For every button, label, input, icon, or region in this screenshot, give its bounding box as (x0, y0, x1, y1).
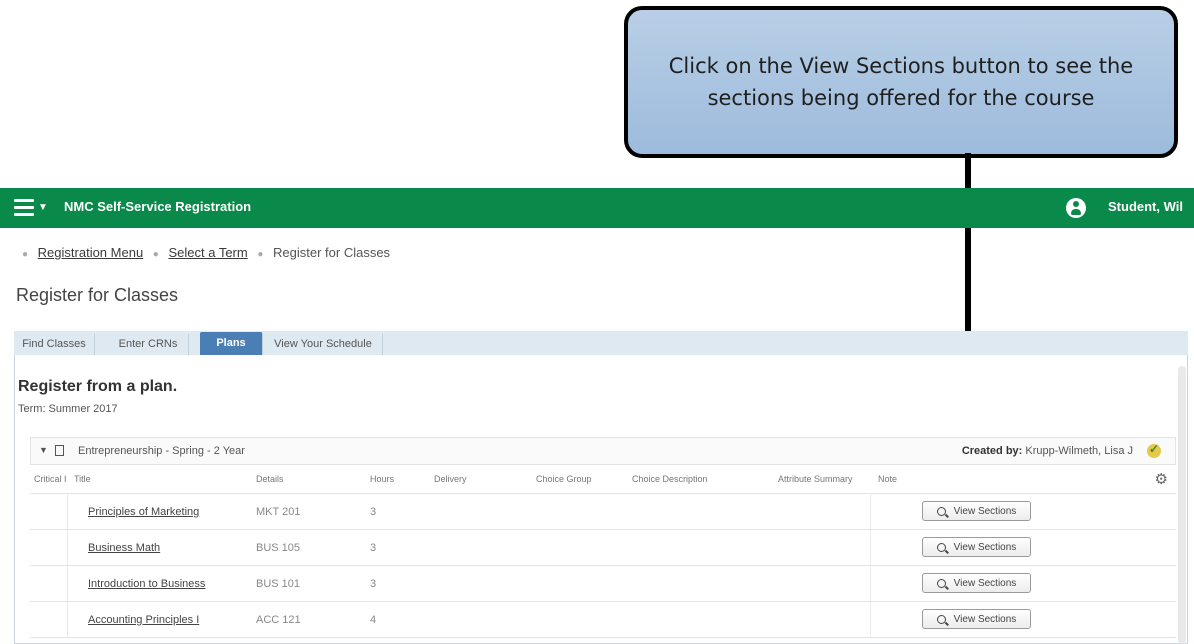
column-divider (870, 601, 871, 637)
breadcrumb-separator-icon: ● (257, 249, 264, 260)
plan-header-row[interactable]: ▼ Entrepreneurship - Spring - 2 Year Cre… (30, 437, 1176, 465)
grid-header: Critical I Title Details Hours Delivery … (30, 465, 1176, 494)
app-header: ▼ NMC Self-Service Registration Student,… (0, 188, 1194, 228)
course-hours: 3 (370, 578, 377, 590)
breadcrumb-registration-menu[interactable]: Registration Menu (38, 245, 144, 260)
search-icon (936, 542, 946, 552)
critical-cell (30, 565, 68, 601)
course-hours: 4 (370, 614, 377, 626)
column-header-choice-group[interactable]: Choice Group (536, 474, 592, 484)
critical-cell (30, 529, 68, 565)
course-title-link[interactable]: Accounting Principles I (88, 614, 199, 626)
column-header-note[interactable]: Note (878, 474, 897, 484)
tab-enter-crns[interactable]: Enter CRNs (108, 334, 189, 355)
course-details: BUS 101 (256, 578, 301, 590)
search-icon (936, 614, 946, 624)
view-sections-label: View Sections (953, 541, 1017, 553)
column-header-choice-description[interactable]: Choice Description (632, 474, 708, 484)
view-sections-button[interactable]: View Sections (922, 537, 1031, 557)
course-hours: 3 (370, 542, 377, 554)
column-header-critical[interactable]: Critical I (34, 474, 67, 484)
search-icon (936, 506, 946, 516)
instruction-callout: Click on the View Sections button to see… (624, 6, 1178, 158)
menu-caret-icon[interactable]: ▼ (38, 202, 48, 213)
course-title-link[interactable]: Business Math (88, 542, 160, 554)
tab-bar: Find Classes Enter CRNs Plans View Your … (14, 331, 1188, 356)
breadcrumb-separator-icon: ● (22, 249, 29, 260)
column-header-delivery[interactable]: Delivery (434, 474, 467, 484)
column-divider (870, 493, 871, 529)
term-label: Term: Summer 2017 (18, 403, 118, 415)
approved-check-icon (1147, 442, 1161, 458)
column-header-details[interactable]: Details (256, 474, 284, 484)
panel-scrollbar[interactable] (1178, 366, 1186, 644)
view-sections-label: View Sections (953, 613, 1017, 625)
search-icon (936, 578, 946, 588)
column-divider (870, 565, 871, 601)
callout-text: Click on the View Sections button to see… (668, 54, 1134, 110)
table-row: Accounting Principles I ACC 121 4 View S… (30, 601, 1176, 638)
view-sections-button[interactable]: View Sections (922, 609, 1031, 629)
table-row: Business Math BUS 105 3 View Sections (30, 529, 1176, 566)
tab-find-classes[interactable]: Find Classes (14, 334, 95, 355)
gear-icon[interactable]: ⚙ (1155, 470, 1168, 488)
tab-view-your-schedule[interactable]: View Your Schedule (264, 334, 383, 355)
view-sections-label: View Sections (953, 577, 1017, 589)
created-by: Created by: Krupp-Wilmeth, Lisa J (962, 445, 1133, 457)
view-sections-label: View Sections (953, 505, 1017, 517)
section-title: Register from a plan. (18, 378, 178, 395)
created-by-value: Krupp-Wilmeth, Lisa J (1025, 445, 1133, 457)
table-row: Principles of Marketing MKT 201 3 View S… (30, 493, 1176, 530)
critical-cell (30, 493, 68, 529)
breadcrumb-separator-icon: ● (152, 249, 159, 260)
view-sections-button[interactable]: View Sections (922, 501, 1031, 521)
plan-document-icon (55, 445, 64, 456)
user-avatar-icon[interactable] (1066, 198, 1086, 218)
column-divider (870, 529, 871, 565)
breadcrumb-select-term[interactable]: Select a Term (168, 245, 247, 260)
column-header-title[interactable]: Title (74, 474, 91, 484)
table-row: Introduction to Business BUS 101 3 View … (30, 565, 1176, 602)
menu-icon[interactable] (14, 199, 34, 217)
breadcrumb: ● Registration Menu ● Select a Term ● Re… (16, 245, 390, 260)
user-name[interactable]: Student, Wil (1108, 199, 1183, 214)
course-title-link[interactable]: Introduction to Business (88, 578, 205, 590)
tab-plans[interactable]: Plans (200, 332, 263, 355)
page-title: Register for Classes (16, 285, 179, 305)
course-details: BUS 105 (256, 542, 301, 554)
column-header-attribute-summary[interactable]: Attribute Summary (778, 474, 853, 484)
column-header-hours[interactable]: Hours (370, 474, 394, 484)
plan-name: Entrepreneurship - Spring - 2 Year (78, 445, 245, 457)
created-by-label: Created by: (961, 445, 1023, 457)
course-title-link[interactable]: Principles of Marketing (88, 506, 199, 518)
app-title: NMC Self-Service Registration (64, 199, 252, 214)
critical-cell (30, 601, 68, 637)
breadcrumb-current: Register for Classes (273, 245, 391, 260)
course-hours: 3 (370, 506, 377, 518)
course-details: MKT 201 (256, 506, 301, 518)
view-sections-button[interactable]: View Sections (922, 573, 1031, 593)
course-details: ACC 121 (256, 614, 301, 626)
collapse-caret-icon[interactable]: ▼ (39, 445, 48, 455)
